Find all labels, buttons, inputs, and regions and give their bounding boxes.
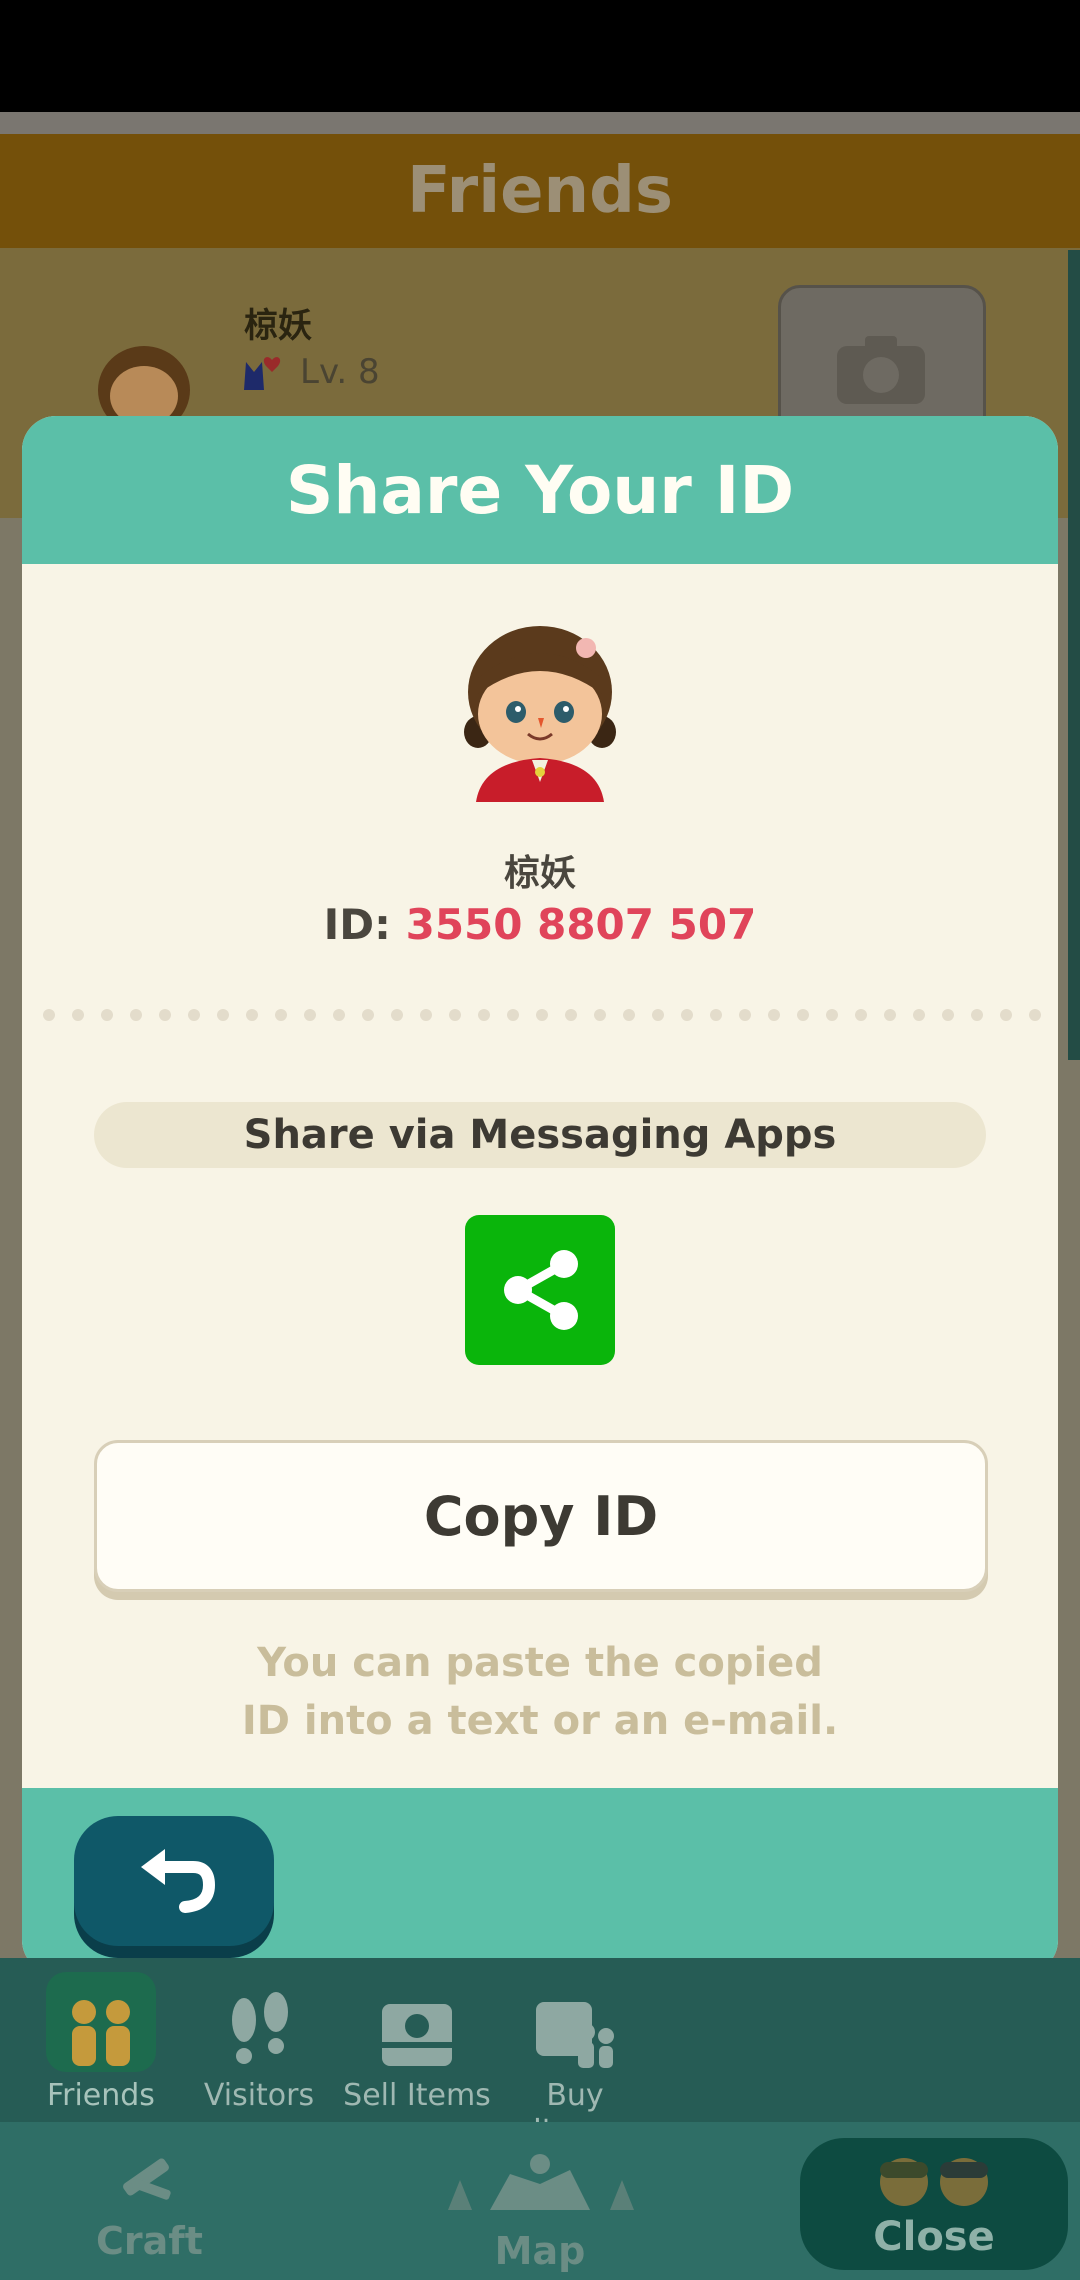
tab-visitors-label: Visitors <box>203 2078 315 2113</box>
villagers-icon <box>880 2158 988 2206</box>
map-icon <box>448 2154 634 2210</box>
close-label: Close <box>873 2214 995 2260</box>
dialog-title: Share Your ID <box>22 416 1058 564</box>
back-button[interactable] <box>74 1816 274 1946</box>
back-arrow-icon <box>141 1849 216 1913</box>
copy-hint-line2: ID into a text or an e-mail. <box>241 1698 839 1744</box>
nav-craft-label: Craft <box>96 2219 203 2263</box>
copy-hint: You can paste the copied ID into a text … <box>22 1634 1058 1750</box>
friend-level: Lv. 8 <box>300 352 380 392</box>
footprints-icon <box>204 1972 314 2072</box>
sell-box-icon <box>362 1972 472 2072</box>
tab-friends[interactable]: Friends <box>26 1972 176 2113</box>
share-button[interactable] <box>465 1215 615 1365</box>
close-button[interactable]: Close <box>800 2138 1068 2270</box>
nav-map-label: Map <box>494 2229 586 2273</box>
tab-sell-items-label: Sell Items <box>343 2078 491 2113</box>
player-avatar <box>464 626 616 802</box>
nav-craft[interactable]: Craft <box>96 2150 203 2263</box>
scrollbar[interactable] <box>1068 250 1080 1060</box>
friends-icon <box>46 1972 156 2072</box>
player-id: ID: 3550 8807 507 <box>22 900 1058 949</box>
tab-sell-items[interactable]: Sell Items <box>342 1972 492 2113</box>
copy-hint-line1: You can paste the copied <box>257 1640 823 1686</box>
id-value: 3550 8807 507 <box>405 900 757 949</box>
friend-name: 椋妖 <box>244 306 312 346</box>
share-id-dialog: Share Your ID 椋妖 ID: 3550 8807 507 Share… <box>22 416 1058 1974</box>
craft-icon <box>123 2158 171 2200</box>
buy-items-icon <box>520 1972 630 2072</box>
friend-avatar <box>98 346 190 430</box>
player-name: 椋妖 <box>503 853 576 894</box>
share-icon <box>504 1250 578 1330</box>
header-strip <box>0 112 1080 134</box>
id-label: ID: <box>323 900 391 949</box>
tab-visitors[interactable]: Visitors <box>184 1972 334 2113</box>
nav-map[interactable]: Map <box>440 2150 640 2273</box>
camera-icon <box>837 336 925 404</box>
dotted-divider <box>43 1009 1041 1021</box>
share-via-apps-label: Share via Messaging Apps <box>94 1102 986 1168</box>
copy-id-button[interactable]: Copy ID <box>94 1440 988 1592</box>
status-bar <box>0 0 1080 112</box>
tab-friends-label: Friends <box>47 2078 155 2113</box>
page-title: Friends <box>0 134 1080 248</box>
cat-heart-icon <box>244 357 281 390</box>
